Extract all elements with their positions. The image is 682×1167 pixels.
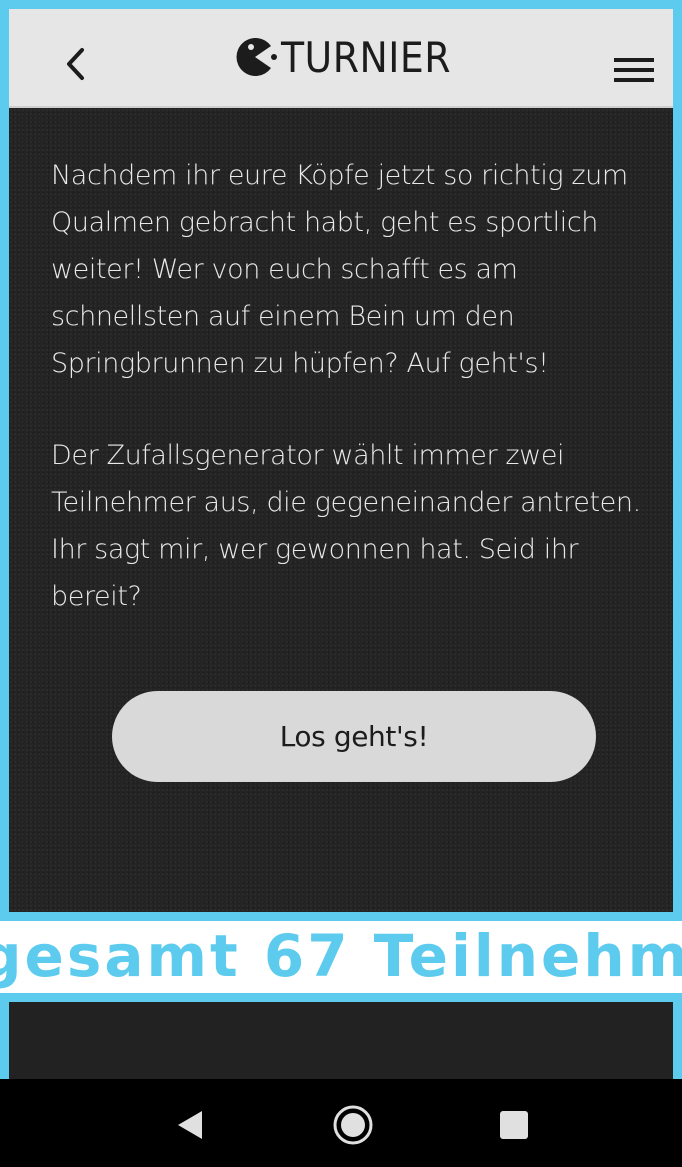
triangle-back-icon[interactable] xyxy=(170,1105,210,1145)
hamburger-menu-icon xyxy=(614,58,654,82)
participants-banner: gesamt 67 Teilnehm xyxy=(0,912,682,1002)
tournament-intro: Nachdem ihr eure Köpfe jetzt so richtig … xyxy=(9,108,673,916)
pacman-logo-icon xyxy=(236,38,277,76)
intro-paragraph: Nachdem ihr eure Köpfe jetzt so richtig … xyxy=(51,160,628,379)
app-logo: TURNIER xyxy=(9,27,673,87)
start-button[interactable]: Los geht's! xyxy=(112,691,596,782)
content-bottom xyxy=(9,1002,673,1079)
app-header: TURNIER xyxy=(9,9,673,108)
participants-count-text: gesamt 67 Teilnehm xyxy=(0,922,682,990)
rules-paragraph: Der Zufallsgenerator wählt immer zwei Te… xyxy=(51,440,641,612)
circle-home-icon[interactable] xyxy=(331,1103,375,1147)
start-button-label: Los geht's! xyxy=(279,720,429,753)
system-navigation-bar xyxy=(0,1079,682,1167)
menu-button[interactable] xyxy=(609,45,659,95)
square-recents-icon[interactable] xyxy=(497,1108,531,1142)
page-title: TURNIER xyxy=(280,32,451,82)
